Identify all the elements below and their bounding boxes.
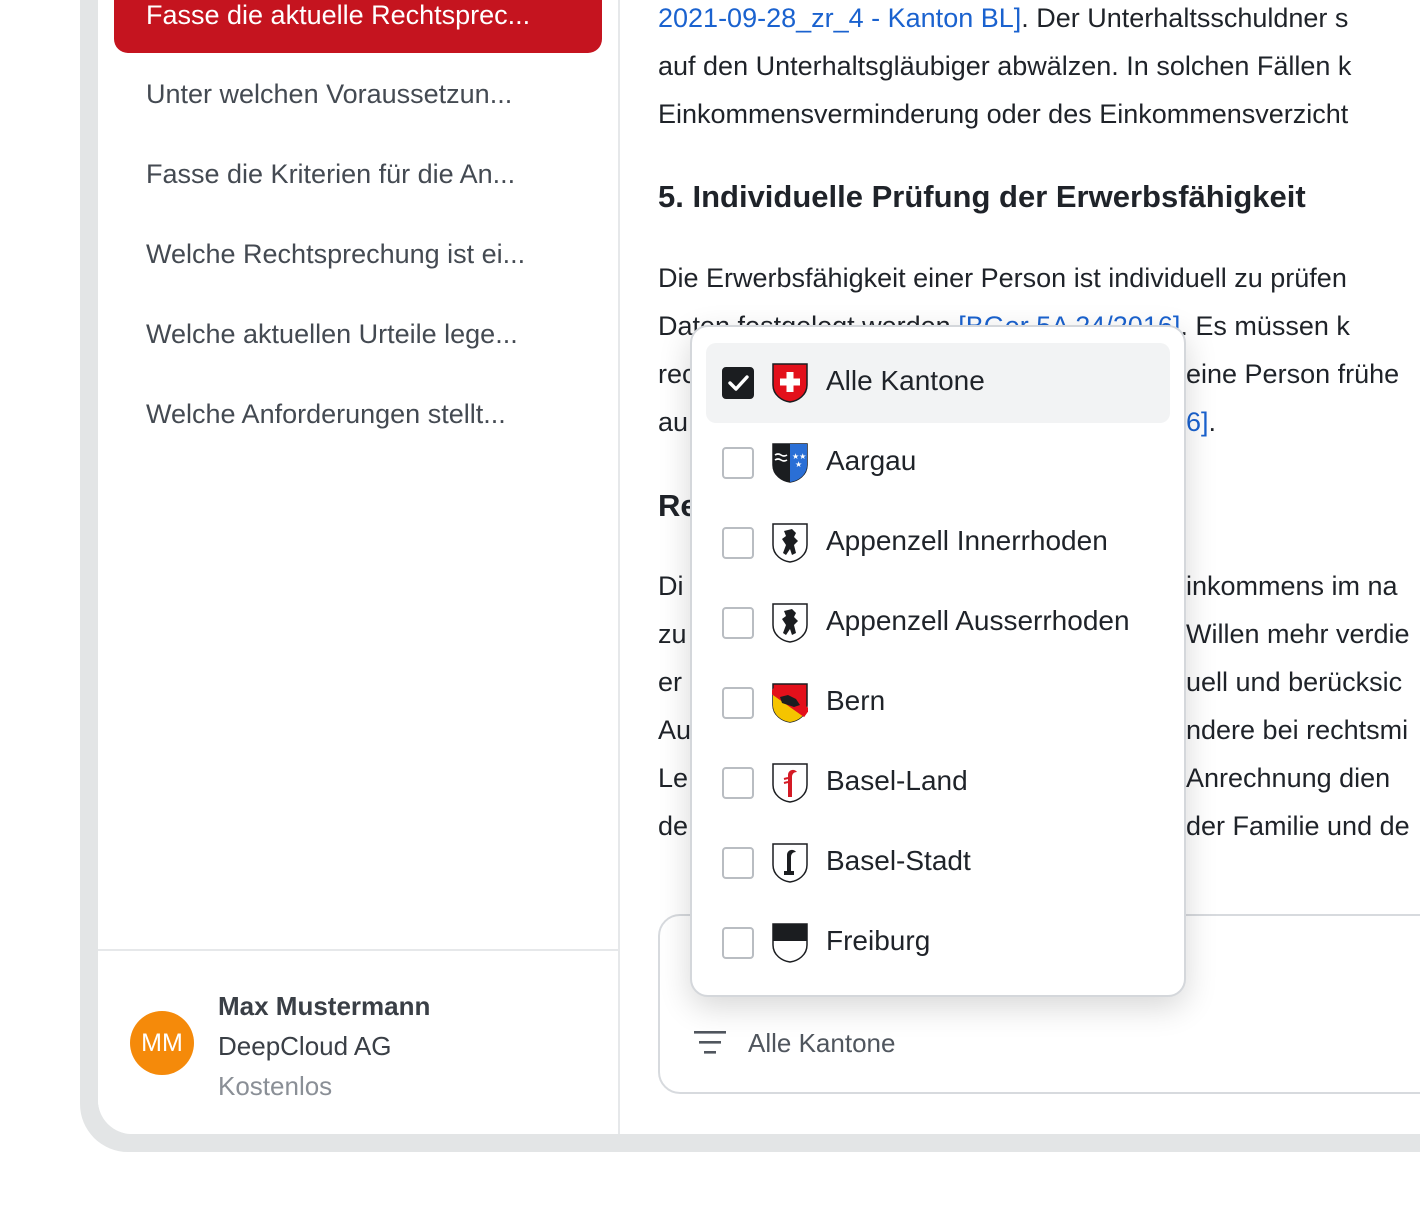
canton-option-bern[interactable]: Bern [706,663,1170,743]
response-line: Au [658,715,692,745]
response-line: Di [658,571,684,601]
checkbox-checked[interactable] [722,367,754,399]
response-line: Einkommensverminderung oder des Einkomme… [658,99,1349,129]
filter-icon[interactable] [692,1028,728,1058]
freiburg-crest-icon [772,923,808,963]
source-link[interactable]: 6] [1186,407,1209,437]
aargau-crest-icon: ★★ ★ [772,443,808,483]
source-link[interactable]: 2021-09-28_zr_4 - Kanton BL] [658,3,1021,33]
response-line: Die Erwerbsfähigkeit einer Person ist in… [658,263,1347,293]
canton-option-appenzell-ausserrhoden[interactable]: Appenzell Ausserrhoden [706,583,1170,663]
sidebar: Fasse die aktuelle Rechtsprec... Unter w… [98,0,620,1134]
response-line: auf den Unterhaltsgläubiger abwälzen. In… [658,51,1352,81]
canton-option-alle-kantone[interactable]: Alle Kantone [706,343,1170,423]
sidebar-history-item[interactable]: Welche aktuellen Urteile lege... [146,318,518,350]
checkbox[interactable] [722,767,754,799]
canton-option-aargau[interactable]: ★★ ★ Aargau [706,423,1170,503]
checkmark-icon [728,375,749,391]
canton-option-appenzell-innerrhoden[interactable]: Appenzell Innerrhoden [706,503,1170,583]
response-line: zu [658,619,687,649]
canton-filter-label[interactable]: Alle Kantone [748,1028,895,1059]
user-plan: Kostenlos [218,1071,333,1101]
canton-option-basel-stadt[interactable]: Basel-Stadt [706,823,1170,903]
basel-stadt-crest-icon [772,843,808,883]
checkbox[interactable] [722,687,754,719]
sidebar-history-item[interactable]: Welche Rechtsprechung ist ei... [146,238,525,270]
user-profile[interactable]: MM Max Mustermann DeepCloud AG Kostenlos [98,949,618,1134]
basel-land-crest-icon [772,763,808,803]
response-line: 6]. [1186,407,1217,437]
response-line: au [658,407,689,437]
response-line: ndere bei rechtsmi [1186,715,1409,745]
sidebar-item-active[interactable]: Fasse die aktuelle Rechtsprec... [114,0,602,53]
response-line: inkommens im na [1186,571,1398,601]
sidebar-history-item[interactable]: Fasse die Kriterien für die An... [146,158,515,190]
canton-option-basel-land[interactable]: Basel-Land [706,743,1170,823]
user-company: DeepCloud AG [218,1031,392,1061]
bern-crest-icon [772,683,808,723]
swiss-cross-icon [772,363,808,403]
appenzell-ausserrhoden-crest-icon [772,603,808,643]
checkbox[interactable] [722,847,754,879]
section-heading: 5. Individuelle Prüfung der Erwerbsfähig… [658,179,1306,214]
response-line: der Familie und de [1186,811,1410,841]
checkbox[interactable] [722,607,754,639]
checkbox[interactable] [722,927,754,959]
svg-text:★: ★ [795,460,802,469]
response-line: de [658,811,689,841]
response-line: 2021-09-28_zr_4 - Kanton BL]. Der Unterh… [658,3,1349,33]
canton-dropdown: Alle Kantone ★★ ★ Aargau Appenzell Inner… [690,325,1186,997]
checkbox[interactable] [722,527,754,559]
appenzell-innerrhoden-crest-icon [772,523,808,563]
response-line: Anrechnung dien [1186,763,1391,793]
response-line: uell und berücksic [1186,667,1403,697]
response-line: Willen mehr verdie [1186,619,1410,649]
sidebar-history-item[interactable]: Welche Anforderungen stellt... [146,398,506,430]
response-line: er [658,667,683,697]
user-name: Max Mustermann [218,991,431,1021]
response-line: eine Person frühe [1186,359,1400,389]
sidebar-history-item[interactable]: Unter welchen Voraussetzun... [146,78,512,110]
response-line: Le [658,763,689,793]
avatar: MM [130,1011,194,1075]
checkbox[interactable] [722,447,754,479]
canton-option-freiburg[interactable]: Freiburg [706,903,1170,983]
